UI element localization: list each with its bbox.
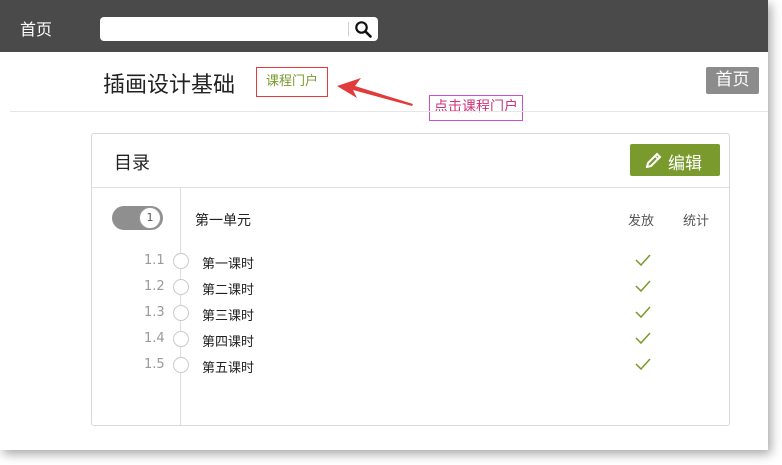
edit-button[interactable]: 编辑 bbox=[630, 144, 720, 176]
header-divider bbox=[10, 111, 768, 112]
lesson-link[interactable]: 第三课时 bbox=[202, 305, 254, 324]
lesson-link[interactable]: 第五课时 bbox=[202, 357, 254, 376]
search-box bbox=[100, 17, 378, 41]
lesson-link[interactable]: 第四课时 bbox=[202, 331, 254, 350]
check-icon bbox=[635, 280, 651, 293]
lesson-number: 1.5 bbox=[144, 357, 165, 372]
timeline-dot bbox=[173, 305, 189, 321]
lesson-number: 1.3 bbox=[144, 305, 165, 320]
panel-divider bbox=[92, 187, 729, 188]
lesson-row: 1.5 第五课时 bbox=[92, 354, 729, 376]
timeline-dot bbox=[173, 357, 189, 373]
unit-toggle[interactable]: 1 bbox=[112, 206, 163, 230]
catalog-panel: 目录 编辑 1 第一单元 发放 统计 1.1 第一课时 1.2 第二课时 1.3… bbox=[91, 133, 730, 426]
catalog-title: 目录 bbox=[114, 153, 150, 174]
course-portal-button[interactable]: 课程门户 bbox=[256, 67, 328, 97]
check-icon bbox=[635, 254, 651, 267]
lesson-number: 1.2 bbox=[144, 279, 165, 294]
lesson-row: 1.4 第四课时 bbox=[92, 328, 729, 350]
column-header-stats: 统计 bbox=[683, 214, 710, 229]
home-button[interactable]: 首页 bbox=[706, 67, 759, 94]
nav-home-link[interactable]: 首页 bbox=[20, 16, 52, 40]
check-icon bbox=[635, 306, 651, 319]
lesson-number: 1.1 bbox=[144, 253, 165, 268]
timeline-dot bbox=[173, 331, 189, 347]
search-input[interactable] bbox=[106, 19, 346, 39]
annotation-label: 点击课程门户 bbox=[429, 95, 523, 121]
check-icon bbox=[635, 332, 651, 345]
search-divider bbox=[348, 22, 349, 36]
lesson-row: 1.1 第一课时 bbox=[92, 250, 729, 272]
lesson-row: 1.3 第三课时 bbox=[92, 302, 729, 324]
top-navbar: 首页 bbox=[0, 0, 768, 52]
pencil-icon bbox=[645, 152, 662, 168]
lesson-row: 1.2 第二课时 bbox=[92, 276, 729, 298]
check-icon bbox=[635, 358, 651, 371]
course-title: 插画设计基础 bbox=[103, 73, 236, 98]
annotation-arrow-icon bbox=[337, 78, 413, 106]
unit-title: 第一单元 bbox=[195, 213, 251, 229]
timeline-dot bbox=[173, 279, 189, 295]
unit-number-badge: 1 bbox=[139, 207, 161, 229]
edit-button-label: 编辑 bbox=[668, 154, 702, 174]
lesson-link[interactable]: 第二课时 bbox=[202, 279, 254, 298]
column-header-publish: 发放 bbox=[628, 214, 655, 229]
search-icon[interactable] bbox=[354, 20, 372, 38]
lesson-number: 1.4 bbox=[144, 331, 165, 346]
lesson-link[interactable]: 第一课时 bbox=[202, 253, 254, 272]
timeline-dot bbox=[173, 253, 189, 269]
browser-window: 首页 插画设计基础 课程门户 点击课程门户 首页 目录 编辑 1 第一单元 发放… bbox=[0, 0, 768, 450]
